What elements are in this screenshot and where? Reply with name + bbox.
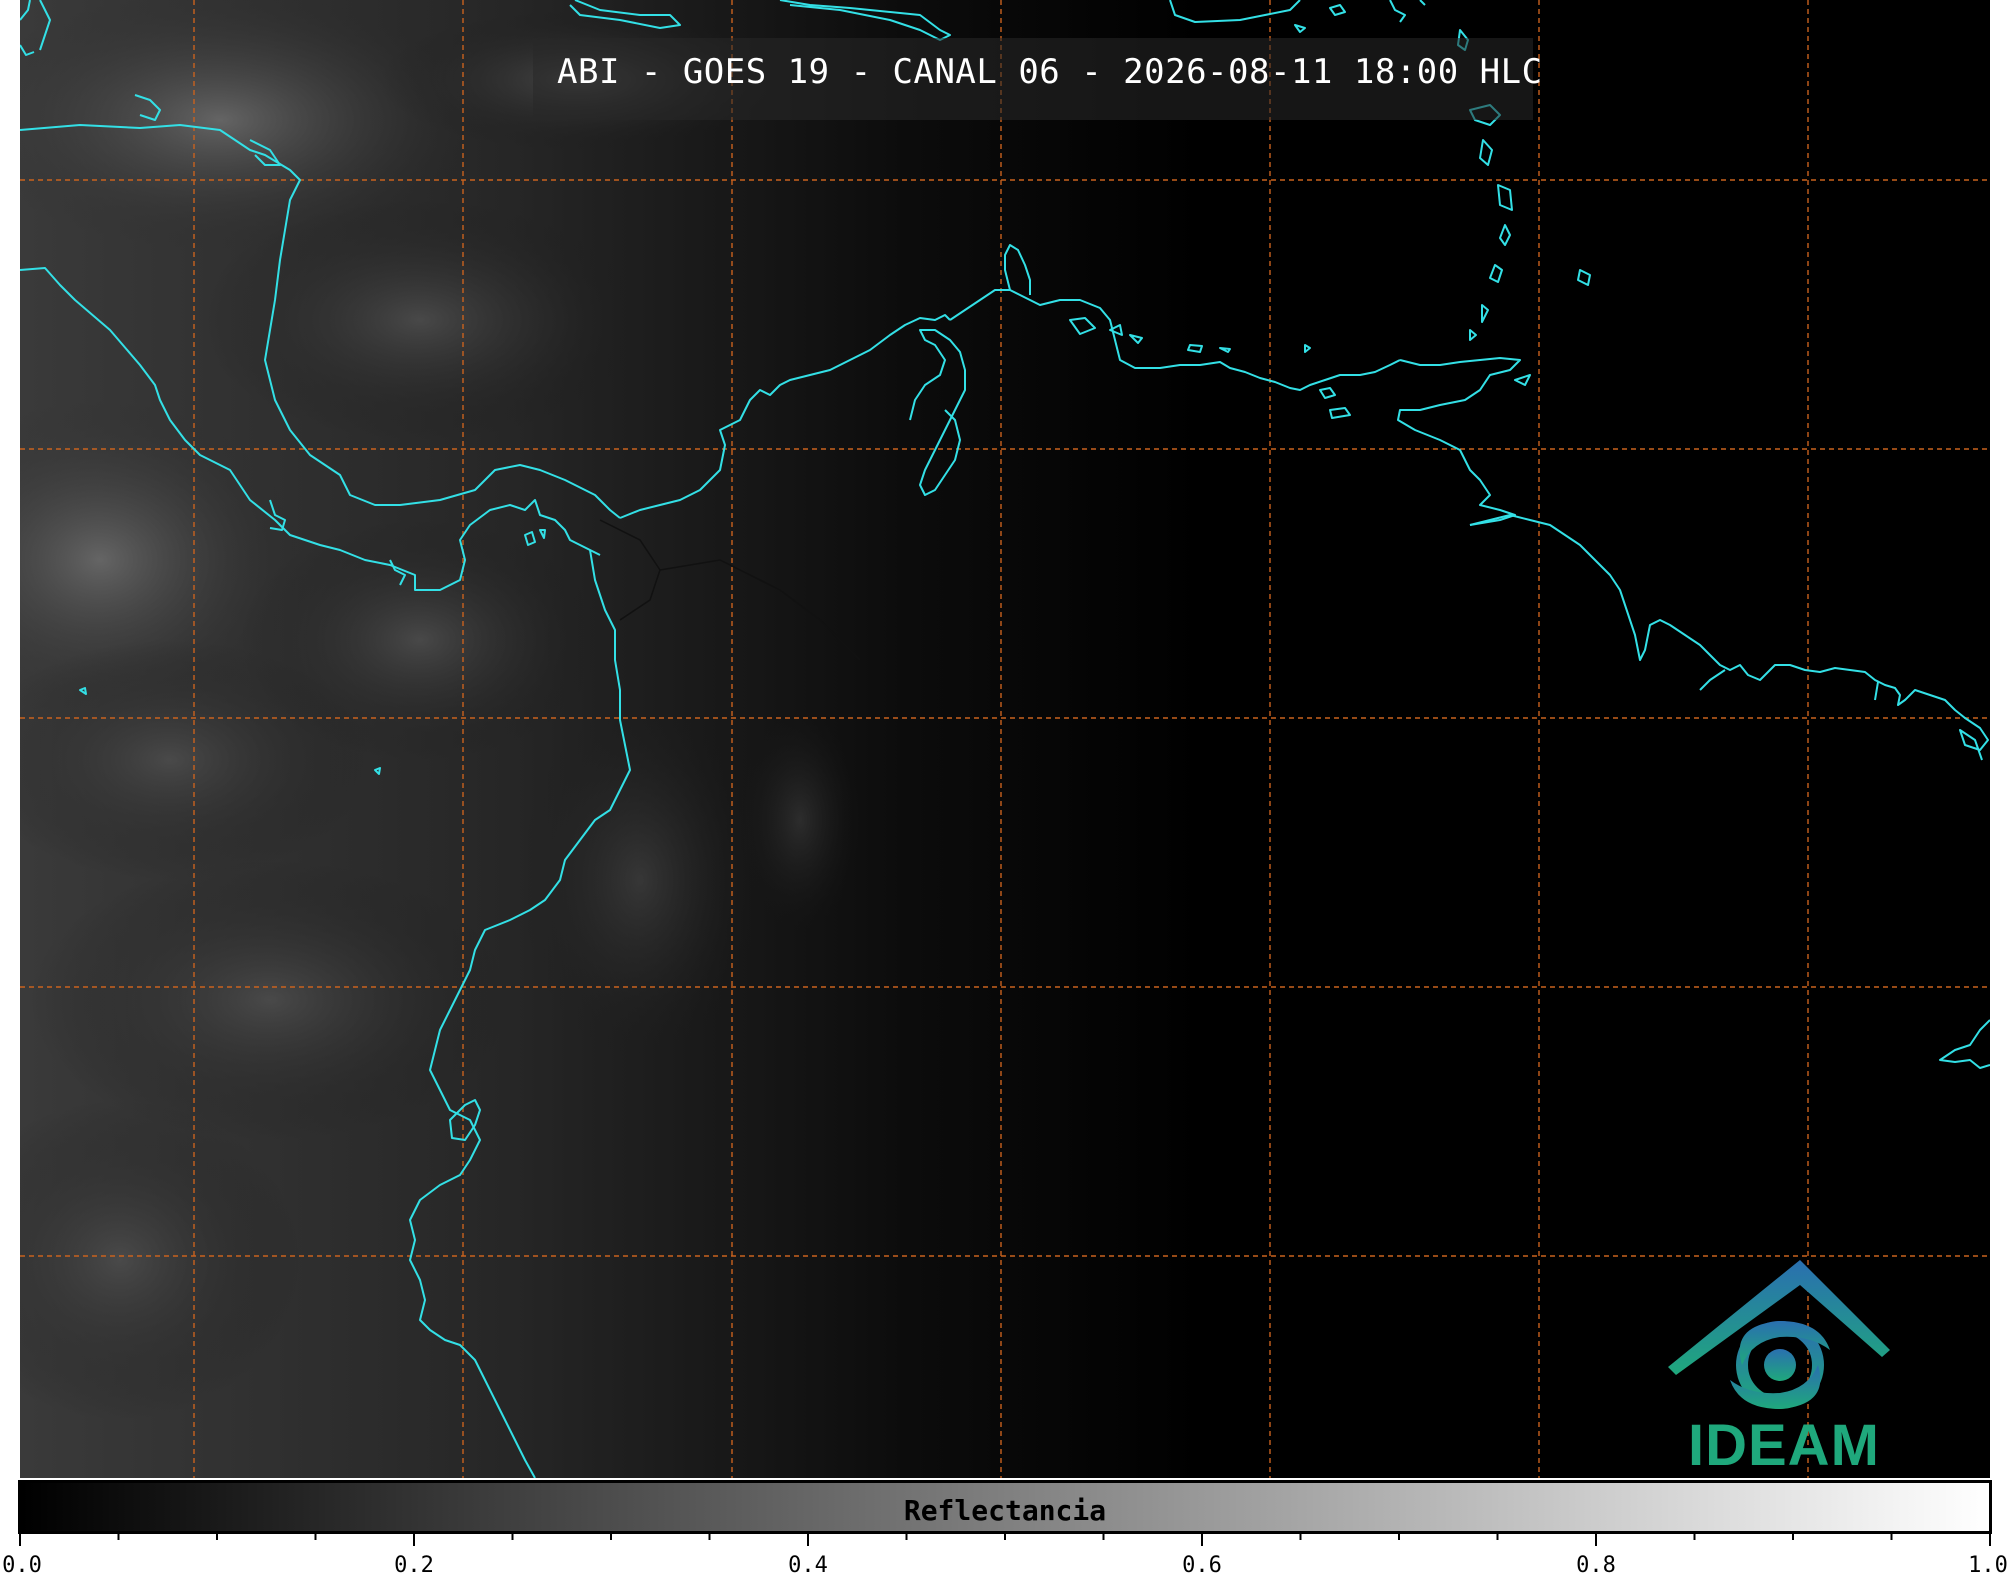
- colorbar-label: Reflectancia: [903, 1494, 1107, 1527]
- colorbar-tick-label: 1.0: [1968, 1553, 2008, 1578]
- image-title: ABI - GOES 19 - CANAL 06 - 2026-08-11 18…: [557, 52, 1543, 92]
- colorbar-tick-label: 0.4: [788, 1553, 828, 1578]
- colorbar-tick-label: 0.2: [394, 1553, 434, 1578]
- colorbar-tick-label: 0.8: [1576, 1553, 1616, 1578]
- colorbar: Reflectancia: [18, 1480, 1992, 1534]
- ideam-logo-text: IDEAM: [1688, 1413, 1880, 1478]
- colorbar-tick-label: 0.6: [1182, 1553, 1222, 1578]
- colorbar-tick-label: 0.0: [2, 1553, 42, 1578]
- colorbar-ticks: [19, 1532, 1991, 1546]
